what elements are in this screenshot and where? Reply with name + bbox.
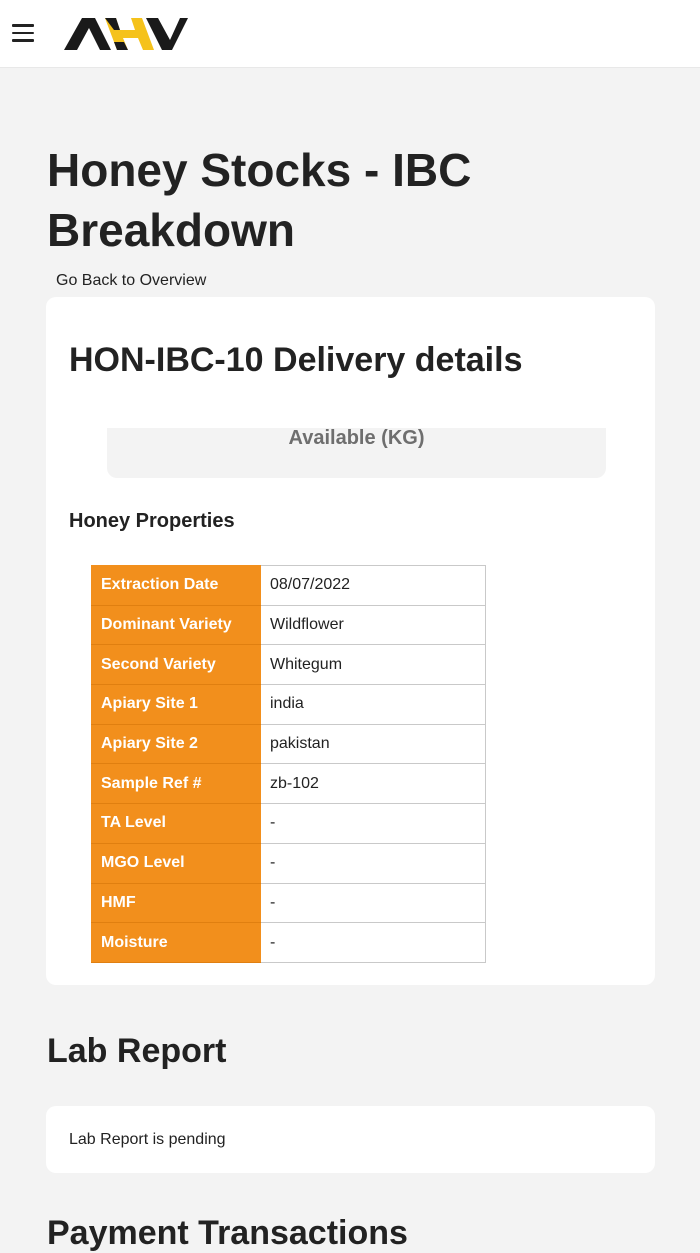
property-value: Whitegum (260, 644, 486, 686)
table-row: Extraction Date 08/07/2022 (91, 565, 486, 606)
table-row: Second Variety Whitegum (91, 644, 486, 686)
property-value: 08/07/2022 (260, 565, 486, 606)
page-title: Honey Stocks - IBC Breakdown (47, 144, 472, 256)
property-label: Second Variety (91, 644, 261, 686)
table-row: Apiary Site 1 india (91, 684, 486, 725)
table-row: Moisture - (91, 922, 486, 963)
available-kg-box: Available (KG) (107, 428, 606, 478)
property-label: Sample Ref # (91, 763, 261, 805)
property-label: TA Level (91, 803, 261, 844)
property-label: Apiary Site 1 (91, 684, 261, 725)
property-label: Dominant Variety (91, 604, 261, 646)
payment-transactions-title: Payment Transactions (47, 1214, 408, 1252)
lab-report-title: Lab Report (47, 1032, 227, 1070)
table-row: HMF - (91, 882, 486, 924)
delivery-title: HON-IBC-10 Delivery details (69, 341, 523, 379)
property-value: - (260, 842, 486, 884)
lab-report-card: Lab Report is pending (46, 1106, 655, 1173)
table-row: Sample Ref # zb-102 (91, 763, 486, 805)
ahv-logo[interactable] (62, 14, 190, 54)
property-value: - (260, 922, 486, 963)
table-row: Dominant Variety Wildflower (91, 604, 486, 646)
table-row: MGO Level - (91, 842, 486, 884)
property-label: Apiary Site 2 (91, 723, 261, 765)
back-to-overview-link[interactable]: Go Back to Overview (56, 272, 206, 290)
property-value: india (260, 684, 486, 725)
property-value: pakistan (260, 723, 486, 765)
property-value: zb-102 (260, 763, 486, 805)
hamburger-menu-icon[interactable] (12, 24, 36, 44)
honey-properties-title: Honey Properties (69, 510, 235, 532)
lab-report-status: Lab Report is pending (69, 1131, 226, 1148)
table-row: TA Level - (91, 803, 486, 844)
table-row: Apiary Site 2 pakistan (91, 723, 486, 765)
available-kg-label: Available (KG) (288, 427, 425, 449)
property-value: Wildflower (260, 604, 486, 646)
property-label: MGO Level (91, 842, 261, 884)
top-navbar (0, 0, 700, 68)
property-label: Extraction Date (91, 565, 261, 606)
property-label: Moisture (91, 922, 261, 963)
property-label: HMF (91, 882, 261, 924)
property-value: - (260, 882, 486, 924)
delivery-details-card: HON-IBC-10 Delivery details Available (K… (46, 297, 655, 985)
property-value: - (260, 803, 486, 844)
honey-properties-table: Extraction Date 08/07/2022 Dominant Varie… (91, 565, 486, 963)
